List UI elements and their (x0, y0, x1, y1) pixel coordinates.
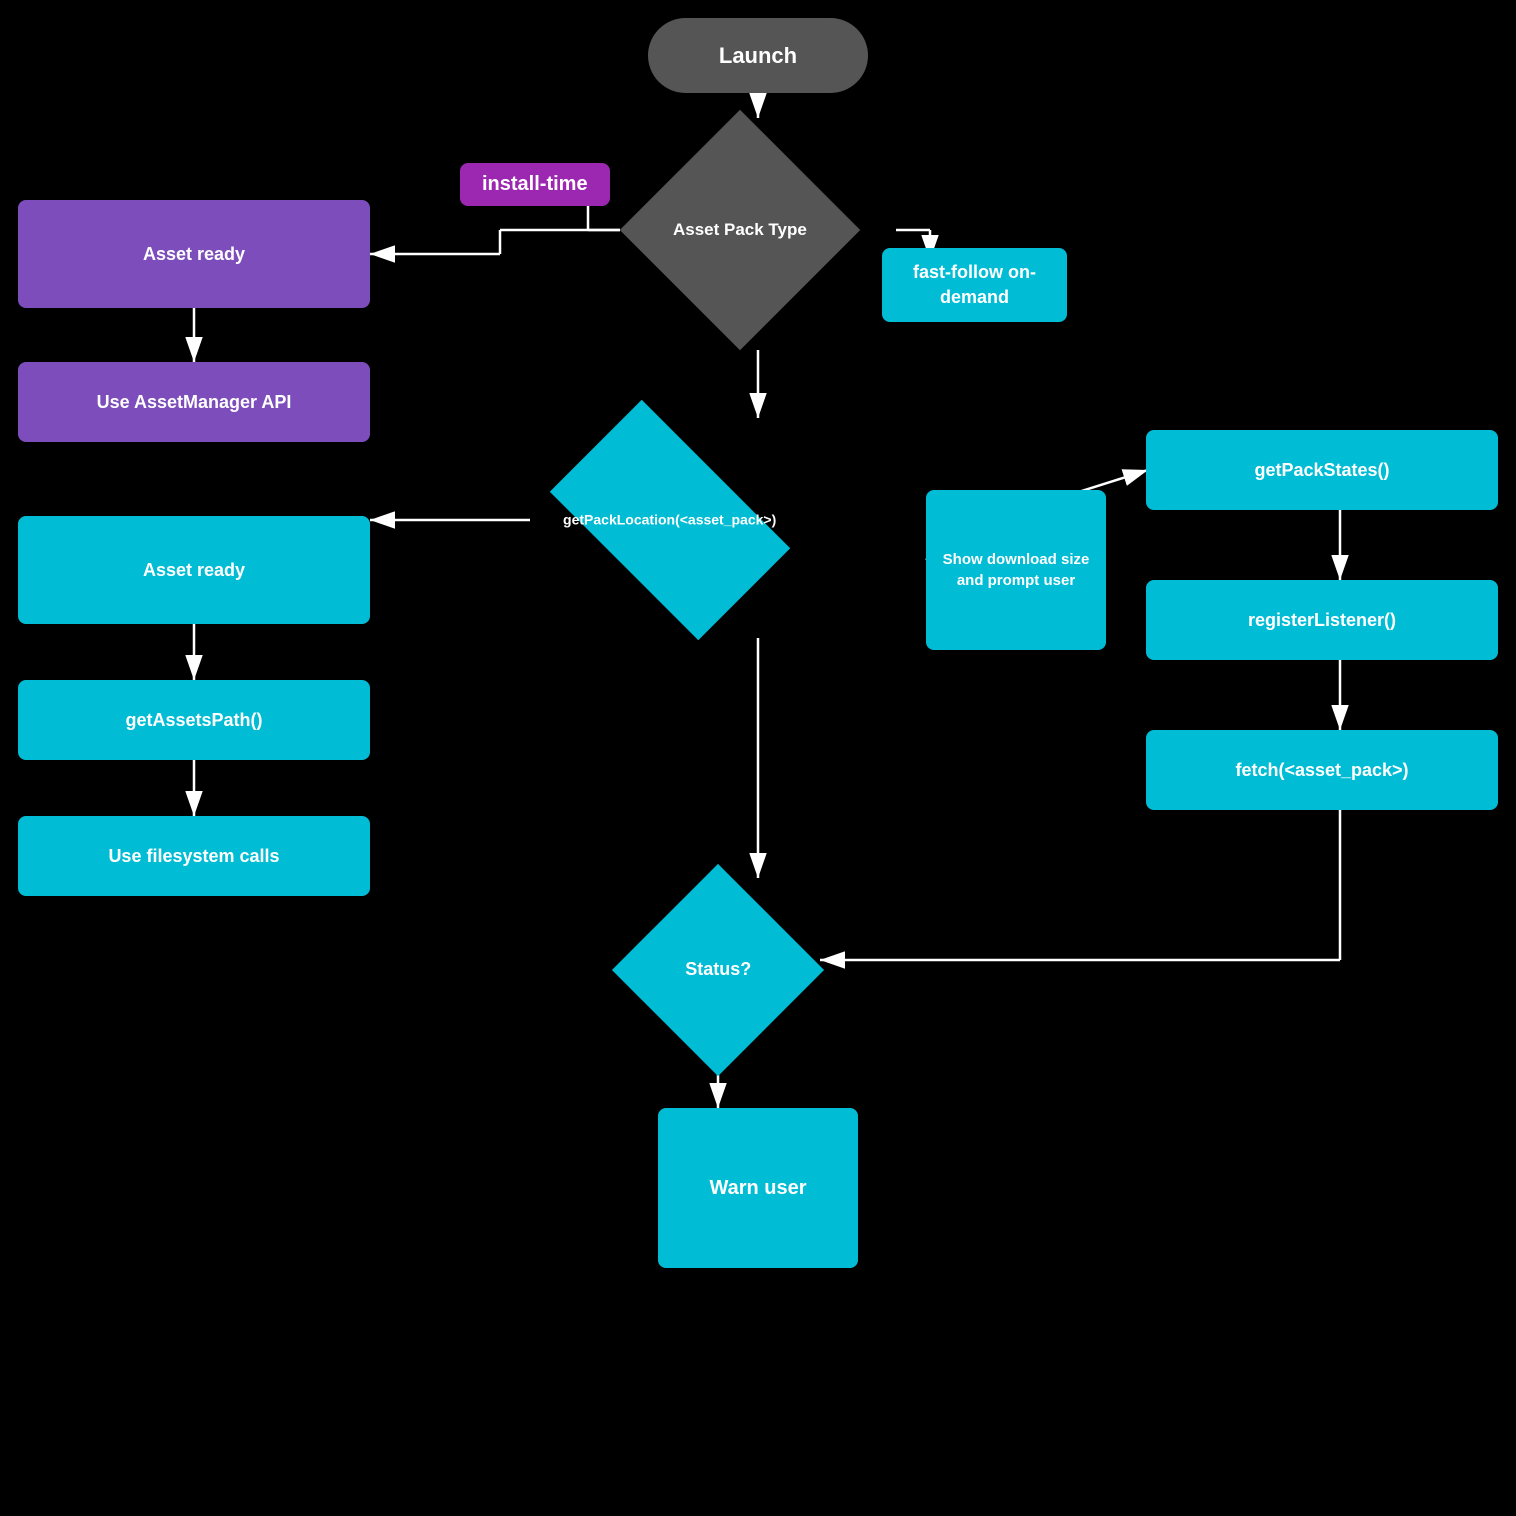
flowchart: Launch install-time Asset Pack Type fast… (0, 0, 1516, 1516)
use-assetmanager-label: Use AssetManager API (97, 392, 292, 413)
get-assets-path-node: getAssetsPath() (18, 680, 370, 760)
get-pack-states-label: getPackStates() (1254, 460, 1389, 481)
register-listener-label: registerListener() (1248, 610, 1396, 631)
fetch-label: fetch(<asset_pack>) (1235, 760, 1408, 781)
launch-label: Launch (719, 43, 797, 69)
register-listener-node: registerListener() (1146, 580, 1498, 660)
get-pack-states-node: getPackStates() (1146, 430, 1498, 510)
use-filesystem-label: Use filesystem calls (108, 846, 279, 867)
install-time-text: install-time (482, 173, 588, 195)
use-assetmanager-node: Use AssetManager API (18, 362, 370, 442)
pack-location-diamond: getPackLocation(<asset_pack>) (530, 410, 810, 630)
asset-pack-type-label: Asset Pack Type (673, 219, 807, 241)
pack-location-label: getPackLocation(<asset_pack>) (563, 511, 776, 529)
use-filesystem-node: Use filesystem calls (18, 816, 370, 896)
asset-ready-1-label: Asset ready (143, 244, 245, 265)
asset-ready-1-node: Asset ready (18, 200, 370, 308)
asset-pack-type-diamond: Asset Pack Type (620, 110, 860, 350)
asset-ready-2-node: Asset ready (18, 516, 370, 624)
fetch-node: fetch(<asset_pack>) (1146, 730, 1498, 810)
launch-node: Launch (648, 18, 868, 93)
show-download-label: Show download size and prompt user (936, 549, 1096, 591)
fast-follow-text: fast-follow on-demand (913, 262, 1036, 307)
warn-user-node: Warn user (658, 1108, 858, 1268)
get-assets-path-label: getAssetsPath() (125, 710, 262, 731)
status-diamond: Status? (618, 870, 818, 1070)
install-time-label: install-time (460, 163, 610, 206)
warn-user-label: Warn user (709, 1177, 806, 1200)
status-label: Status? (685, 958, 751, 981)
show-download-node: Show download size and prompt user (926, 490, 1106, 650)
fast-follow-label: fast-follow on-demand (882, 248, 1067, 322)
asset-ready-2-label: Asset ready (143, 560, 245, 581)
